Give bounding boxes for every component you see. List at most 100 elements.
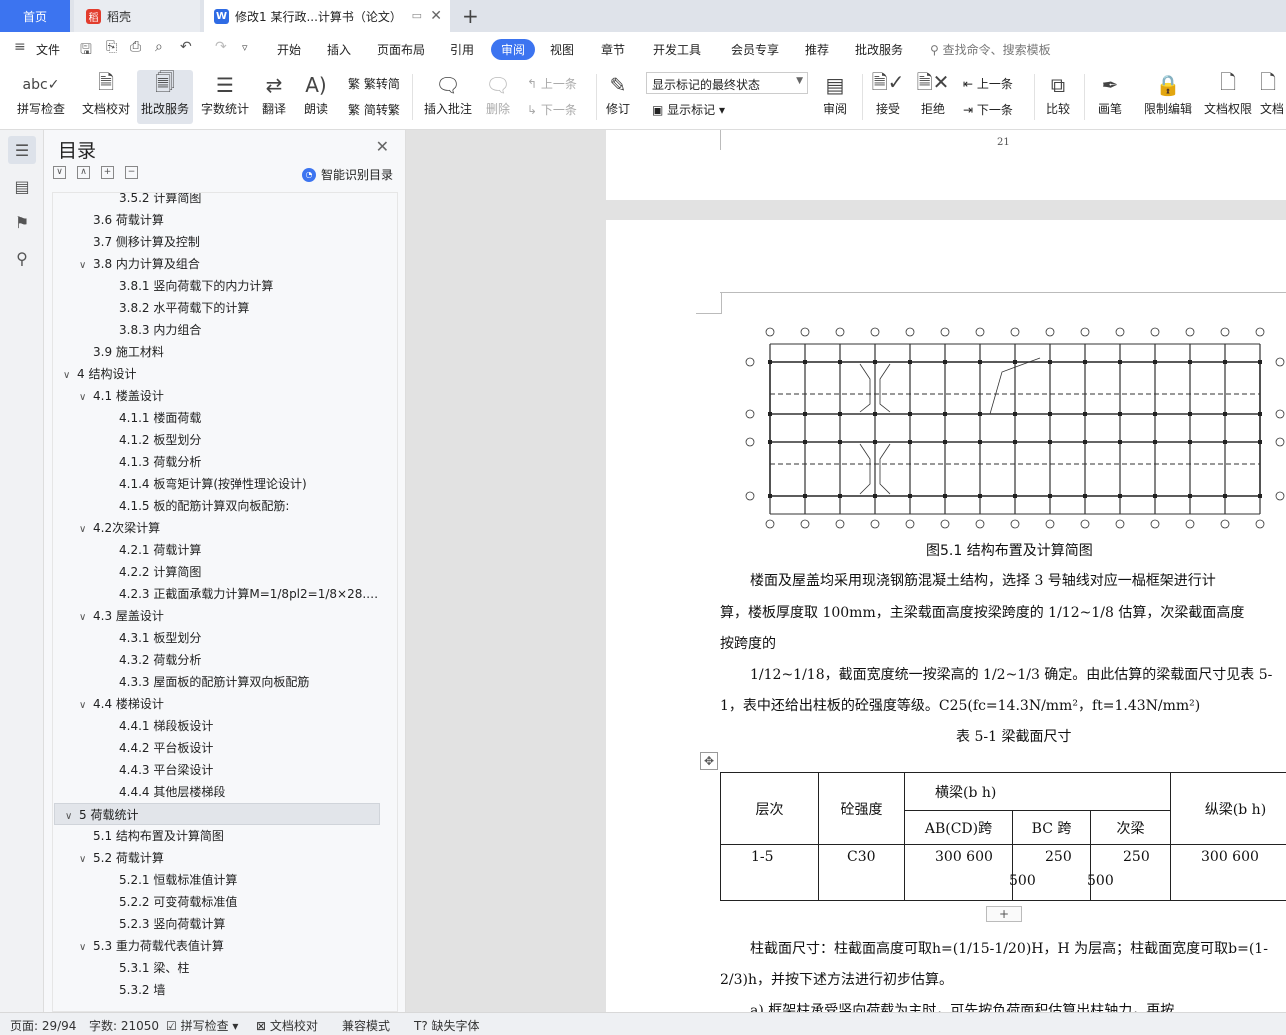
status-doc-check[interactable]: ⊠ 文档校对 <box>256 1017 318 1034</box>
toc-item[interactable]: 4.2.2 计算简图 <box>53 561 379 583</box>
prev-comment-button[interactable]: ↰ 上一条 <box>527 75 577 92</box>
add-row-icon[interactable]: + <box>986 906 1022 922</box>
show-markup-button[interactable]: ▣ 显示标记 ▾ <box>652 101 725 118</box>
toc-item[interactable]: ∨ 4.2次梁计算 <box>53 517 379 539</box>
word-count[interactable]: 字数: 21050 <box>89 1017 159 1034</box>
trad-to-simp-button[interactable]: 繁 简转繁 <box>348 101 400 118</box>
toc-item[interactable]: 5.2.2 可变荷载标准值 <box>53 891 379 913</box>
next-comment-button[interactable]: ↳ 下一条 <box>527 101 577 118</box>
expand-all-icon[interactable]: ∨ <box>53 166 66 179</box>
doc-rights-button[interactable]: 🗋 文档权限 <box>1200 70 1256 124</box>
menu-file[interactable]: 文件 <box>36 41 60 58</box>
toc-item[interactable]: 4.2.3 正截面承载力计算M=1/8pl2=1/8×28.49 ... <box>53 583 379 605</box>
table-move-icon[interactable]: ✥ <box>700 752 718 770</box>
toc-item[interactable]: 4.1.3 荷载分析 <box>53 451 379 473</box>
review-pane-button[interactable]: ▤ 审阅 <box>817 70 853 124</box>
toc-item[interactable]: 4.1.5 板的配筋计算双向板配筋: <box>53 495 379 517</box>
toc-item[interactable]: 3.7 侧移计算及控制 <box>53 231 379 253</box>
toc-item[interactable]: ∨ 4.3 屋盖设计 <box>53 605 379 627</box>
toc-item[interactable]: 4.3.3 屋面板的配筋计算双向板配筋 <box>53 671 379 693</box>
menu-start[interactable]: 开始 <box>277 41 301 58</box>
chevron-down-icon[interactable]: ∨ <box>79 937 93 957</box>
menu-view[interactable]: 视图 <box>550 41 574 58</box>
markup-state-select[interactable]: 显示标记的最终状态 ▼ <box>646 72 808 94</box>
tab-daoke[interactable]: 稻稻壳 <box>74 0 200 32</box>
menu-insert[interactable]: 插入 <box>327 41 351 58</box>
redo-icon[interactable]: ↷ <box>215 39 227 55</box>
toc-item[interactable]: ∨ 4 结构设计 <box>53 363 379 385</box>
toc-panel-icon[interactable]: ☰ <box>8 136 36 164</box>
delete-comment-button[interactable]: 🗨 删除 <box>480 70 516 124</box>
toc-item[interactable]: 4.4.2 平台板设计 <box>53 737 379 759</box>
toc-item[interactable]: 3.5.2 计算简图 <box>53 193 379 209</box>
collapse-all-icon[interactable]: ∧ <box>77 166 90 179</box>
toc-item[interactable]: 4.4.3 平台梁设计 <box>53 759 379 781</box>
toc-item[interactable]: 5.2.1 恒载标准值计算 <box>53 869 379 891</box>
toc-item[interactable]: 3.9 施工材料 <box>53 341 379 363</box>
preview-icon[interactable]: ⌕ <box>155 39 163 55</box>
toc-item[interactable]: ∨ 4.4 楼梯设计 <box>53 693 379 715</box>
toc-item[interactable]: ∨ 5.2 荷载计算 <box>53 847 379 869</box>
monitor-icon[interactable]: ▭ <box>412 9 422 22</box>
toc-item[interactable]: 5.3.2 墙 <box>53 979 379 1001</box>
toc-item[interactable]: 4.4.1 梯段板设计 <box>53 715 379 737</box>
command-search[interactable]: ⚲ 查找命令、搜索模板 <box>930 41 1051 58</box>
chevron-down-icon[interactable]: ∨ <box>79 255 93 275</box>
doc-more-button[interactable]: 🗋 文档 <box>1260 70 1286 124</box>
toc-item[interactable]: 3.8.1 竖向荷载下的内力计算 <box>53 275 379 297</box>
chevron-down-icon[interactable]: ∨ <box>79 849 93 869</box>
chevron-down-icon[interactable]: ∨ <box>79 695 93 715</box>
restrict-edit-button[interactable]: 🔒 限制编辑 <box>1140 70 1196 124</box>
toc-item[interactable]: 5.2.3 竖向荷载计算 <box>53 913 379 935</box>
chevron-down-icon[interactable]: ∨ <box>63 365 77 385</box>
read-aloud-button[interactable]: A) 朗读 <box>300 70 332 124</box>
menu-dev-tools[interactable]: 开发工具 <box>653 41 701 58</box>
translate-button[interactable]: ⇄ 翻译 <box>256 70 292 124</box>
toc-item[interactable]: 4.1.1 楼面荷载 <box>53 407 379 429</box>
bookmark-icon[interactable]: ⚑ <box>8 208 36 236</box>
correction-service-button[interactable]: 🗐 批改服务 <box>137 70 193 124</box>
chevron-down-icon[interactable]: ∨ <box>79 607 93 627</box>
add-heading-icon[interactable]: + <box>101 166 114 179</box>
toc-item[interactable]: 3.6 荷载计算 <box>53 209 379 231</box>
toc-item[interactable]: 5.1 结构布置及计算简图 <box>53 825 379 847</box>
menu-chapter[interactable]: 章节 <box>601 41 625 58</box>
spellcheck-button[interactable]: abc✓ 拼写检查 <box>10 70 72 124</box>
menu-reference[interactable]: 引用 <box>450 41 474 58</box>
toc-item[interactable]: 4.3.1 板型划分 <box>53 627 379 649</box>
toc-item[interactable]: 4.4.4 其他层楼梯段 <box>53 781 379 803</box>
export-icon[interactable]: ⎘ <box>106 39 117 55</box>
undo-icon[interactable]: ↶ <box>180 39 192 55</box>
accept-button[interactable]: 🗎✓ 接受 <box>870 70 906 124</box>
menu-layout[interactable]: 页面布局 <box>377 41 425 58</box>
pen-button[interactable]: ✒ 画笔 <box>1094 70 1126 124</box>
toc-item[interactable]: ∨ 5.3 重力荷载代表值计算 <box>53 935 379 957</box>
chevron-down-icon[interactable]: ∨ <box>65 806 79 824</box>
status-spellcheck[interactable]: ☑ 拼写检查 ▾ <box>166 1017 238 1034</box>
toc-item[interactable]: 4.1.2 板型划分 <box>53 429 379 451</box>
insert-comment-button[interactable]: 🗨 插入批注 <box>420 70 476 124</box>
toc-item[interactable]: ∨ 5 荷载统计 <box>54 803 380 825</box>
tab-home[interactable]: 首页 <box>0 0 70 32</box>
doc-check-button[interactable]: 🗎 文档校对 <box>78 70 134 124</box>
toc-item[interactable]: 3.8.2 水平荷载下的计算 <box>53 297 379 319</box>
compat-mode[interactable]: 兼容模式 <box>342 1017 390 1034</box>
menu-review[interactable]: 审阅 <box>491 39 536 60</box>
search-icon[interactable]: ⚲ <box>8 244 36 272</box>
save-icon[interactable]: 🖫 <box>80 39 92 63</box>
compare-button[interactable]: ⧉ 比较 <box>1040 70 1076 124</box>
toc-item[interactable]: 5.3.1 梁、柱 <box>53 957 379 979</box>
chevron-down-icon[interactable]: ∨ <box>79 519 93 539</box>
menu-recommend[interactable]: 推荐 <box>805 41 829 58</box>
menu-member[interactable]: 会员专享 <box>731 41 779 58</box>
remove-heading-icon[interactable]: − <box>125 166 138 179</box>
close-tab-icon[interactable]: ✕ <box>430 8 442 24</box>
simp-to-trad-button[interactable]: 繁 繁转简 <box>348 75 400 92</box>
word-count-button[interactable]: ☰ 字数统计 <box>197 70 253 124</box>
print-icon[interactable]: ⎙ <box>130 39 141 55</box>
menu-correction-service[interactable]: 批改服务 <box>855 41 903 58</box>
hamburger-icon[interactable]: ≡ <box>14 39 26 55</box>
new-tab-icon[interactable]: + <box>462 4 479 28</box>
revise-button[interactable]: ✎ 修订 <box>600 70 636 124</box>
reject-button[interactable]: 🗎✕ 拒绝 <box>915 70 951 124</box>
